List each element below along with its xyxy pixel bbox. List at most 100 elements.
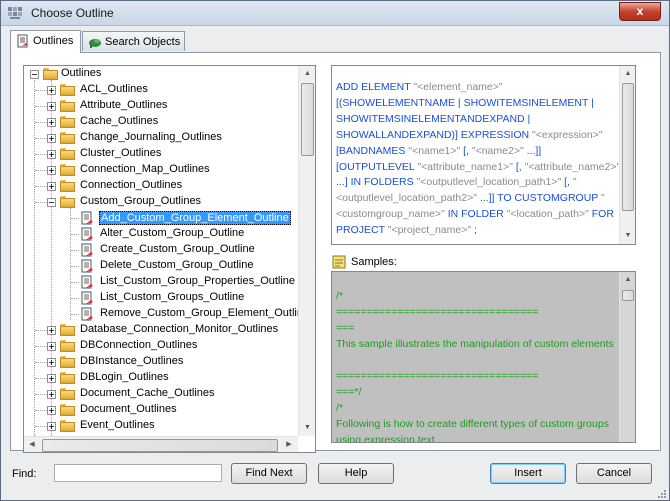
insert-button[interactable]: Insert [490,463,566,484]
folder-icon [60,100,75,112]
tree-item-label: DBLogin_Outlines [80,371,169,383]
find-next-button[interactable]: Find Next [231,463,307,484]
tree-item-label: DBConnection_Outlines [80,339,198,351]
tab-outlines-label: Outlines [33,35,74,47]
folder-open-icon [43,68,58,80]
window-title: Choose Outline [31,6,114,20]
syntax-placeholder: "<element_name>" [413,81,503,93]
syntax-placeholder: "<expression>" [532,128,603,141]
folder-icon [60,148,75,160]
expand-icon[interactable] [47,342,56,351]
expand-icon[interactable] [47,422,56,431]
folder-icon [60,324,75,336]
tree-item-label: Cluster_Outlines [80,147,162,159]
folder-icon [60,116,75,128]
tab-outlines[interactable]: Outlines [10,30,81,53]
close-icon: x [636,4,644,18]
tree-item-label: List_Custom_Groups_Outline [100,291,245,303]
expand-icon[interactable] [47,358,56,367]
syntax-panel[interactable]: ADD ELEMENT "<element_name>" [(SHOWELEME… [331,65,636,245]
outline-tree[interactable]: Outlines ACL_Outlines Attribute_Outlines C… [23,65,316,453]
syntax-keyword: ADD ELEMENT [336,81,414,93]
syntax-scroll-down-icon[interactable]: ▼ [620,228,635,244]
collapse-icon[interactable] [47,198,56,207]
syntax-keyword: ...] IN FOLDERS [336,176,417,189]
tree-item-label: Attribute_Outlines [80,99,168,111]
expand-icon[interactable] [47,86,56,95]
syntax-scroll-thumb[interactable] [622,83,634,211]
syntax-placeholder: "<project_name>" [387,224,472,237]
tree-item-label: DBInstance_Outlines [80,355,184,367]
tree-vertical-scrollbar[interactable]: ▲ ▼ [298,66,315,436]
outline-doc-icon [81,275,93,289]
tree-item-label: Event_Outlines [80,419,155,431]
syntax-scroll-up-icon[interactable]: ▲ [620,66,635,82]
folder-icon [60,420,75,432]
collapse-icon[interactable] [30,70,39,79]
expand-icon[interactable] [47,134,56,143]
syntax-placeholder: "<attribute_name1>" [417,160,513,173]
tree-hscroll-thumb[interactable] [42,439,278,452]
tab-search-objects[interactable]: Search Objects [82,31,185,51]
bottom-bar: Find: Find Next Help Insert Cancel [1,457,669,501]
expand-icon[interactable] [47,182,56,191]
expand-icon[interactable] [47,326,56,335]
tree-item-label: Change_Journaling_Outlines [80,131,222,143]
outline-doc-icon [81,227,93,241]
syntax-scrollbar[interactable]: ▲ ▼ [619,66,635,244]
scroll-right-arrow-icon[interactable]: ▶ [281,437,297,452]
folder-icon [60,356,75,368]
samples-scroll-thumb[interactable] [622,290,634,301]
tree-item-label: Custom_Group_Outlines [80,195,202,207]
expand-icon[interactable] [47,166,56,175]
samples-panel[interactable]: /* ================================= ===… [331,271,636,443]
syntax-placeholder: "<name2>" [471,144,524,157]
folder-icon [60,180,75,192]
tree-item-label: Alter_Custom_Group_Outline [100,227,245,239]
tree-item-label: Connection_Map_Outlines [80,163,210,175]
find-label: Find: [12,468,37,480]
expand-icon[interactable] [47,150,56,159]
samples-scroll-up-icon[interactable]: ▲ [620,272,635,288]
syntax-text: ADD ELEMENT "<element_name>" [(SHOWELEME… [336,80,621,239]
syntax-placeholder: "<location_path>" [506,208,589,221]
tree-item-label: Remove_Custom_Group_Element_Outline [100,307,310,319]
tree-item-label: Delete_Custom_Group_Outline [100,259,254,271]
expand-icon[interactable] [47,374,56,383]
outline-doc-icon [81,211,93,225]
folder-icon [60,84,75,96]
samples-text: /* ================================= ===… [336,290,614,443]
tab-search-objects-label: Search Objects [105,36,181,48]
find-input[interactable] [54,464,222,482]
tree-item-label: ACL_Outlines [80,83,148,95]
scroll-down-arrow-icon[interactable]: ▼ [299,420,315,436]
expand-icon[interactable] [47,406,56,415]
expand-icon[interactable] [47,118,56,127]
folder-icon [60,372,75,384]
help-button[interactable]: Help [318,463,394,484]
folder-icon [60,340,75,352]
scroll-up-arrow-icon[interactable]: ▲ [299,66,315,82]
close-button[interactable]: x [619,2,661,21]
syntax-keyword: IN FOLDER [444,208,507,221]
syntax-keyword: [BANDNAMES [336,144,409,157]
folder-icon [60,164,75,176]
samples-scrollbar[interactable]: ▲ [619,272,635,442]
outline-doc-icon [81,243,93,257]
choose-outline-dialog: Choose Outline x Outlines Search Objects [0,0,670,501]
resize-grip-icon[interactable] [657,489,667,499]
syntax-keyword: [, [561,176,573,189]
syntax-placeholder: "<name1>" [408,144,461,157]
note-icon [332,255,346,269]
tree-scroll-thumb[interactable] [301,83,314,156]
cancel-button[interactable]: Cancel [576,463,652,484]
scroll-left-arrow-icon[interactable]: ◀ [24,437,40,452]
outline-doc-icon [17,34,28,48]
search-objects-icon [89,39,101,48]
title-bar[interactable]: Choose Outline x [1,1,669,26]
syntax-keyword: [, [512,160,525,173]
expand-icon[interactable] [47,102,56,111]
tree-horizontal-scrollbar[interactable]: ◀ ▶ [24,436,298,452]
tree-item-label: Database_Connection_Monitor_Outlines [80,323,279,335]
expand-icon[interactable] [47,390,56,399]
